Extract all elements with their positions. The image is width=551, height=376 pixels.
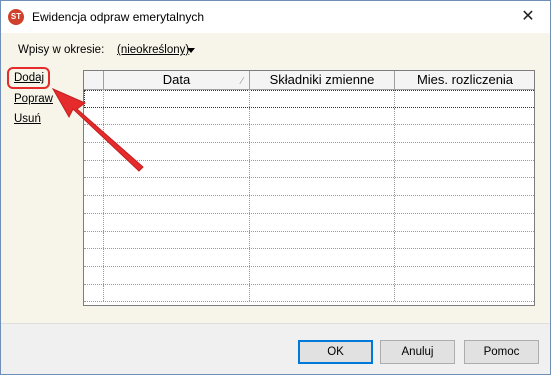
annotation-arrow-icon	[51, 87, 144, 172]
dialog-window: ST Ewidencja odpraw emerytalnych ✕ Wpisy…	[0, 0, 551, 375]
